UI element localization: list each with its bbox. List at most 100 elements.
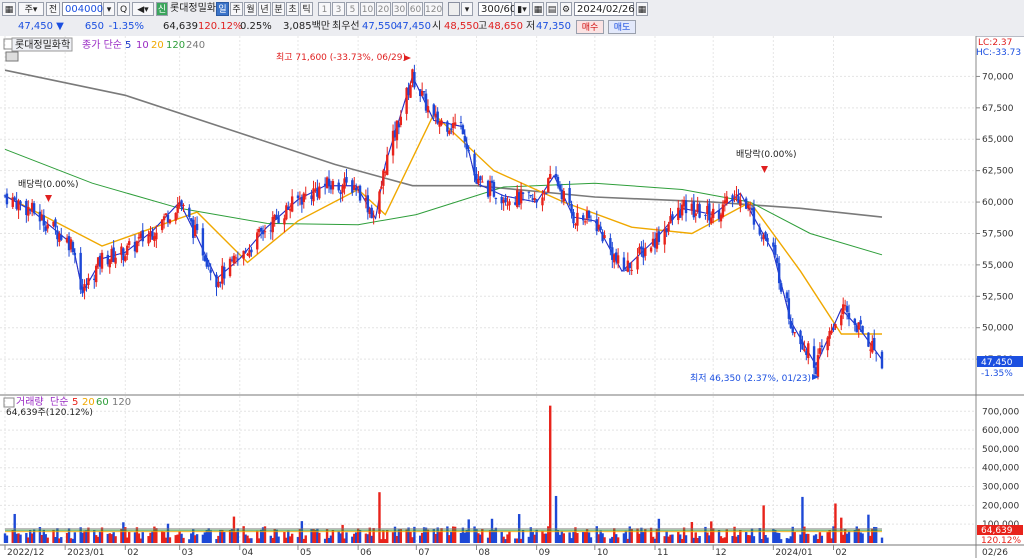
candle-body: [807, 343, 810, 359]
candle-body: [209, 269, 212, 273]
period-daily[interactable]: 일: [216, 2, 229, 16]
price-axis: 47,50050,00052,50055,00057,50060,00062,5…: [976, 72, 1014, 365]
minute-5[interactable]: 5: [346, 2, 359, 16]
minute-10[interactable]: 10: [360, 2, 375, 16]
candle-body: [201, 228, 205, 256]
candle-body: [126, 245, 129, 255]
mode-button[interactable]: 전: [46, 2, 60, 16]
minute-30[interactable]: 30: [392, 2, 407, 16]
candle-body: [853, 318, 857, 325]
sound-icon[interactable]: ◀▾: [132, 2, 154, 16]
candle-body: [168, 219, 172, 224]
collapse-icon[interactable]: [5, 51, 19, 62]
search-icon[interactable]: Q: [117, 2, 130, 16]
candle-body: [162, 216, 166, 221]
volume-bar: [467, 519, 470, 543]
candle-body: [399, 116, 403, 125]
candle-body: [236, 258, 240, 260]
minute-3[interactable]: 3: [332, 2, 345, 16]
quote-bar: 47,450 ▼ 650 -1.35% 64,639 120.12% 0.25%…: [0, 18, 1024, 37]
period-tick[interactable]: 틱: [300, 2, 313, 16]
interval-input[interactable]: [448, 2, 460, 16]
candle-body: [776, 257, 779, 264]
candle-body: [684, 200, 688, 214]
candle-body: [13, 197, 16, 201]
candle-body: [764, 232, 767, 239]
volume-bar: [5, 535, 9, 543]
toolbar: ▦ 주▾ 전 004000 ▾ Q ◀▾ 신 롯대정밀화 일 주 월 년 분 초…: [0, 0, 1024, 19]
dropdown-chevron-down-icon[interactable]: 주▾: [18, 2, 44, 16]
last-date-label: 02/26: [982, 548, 1008, 558]
menu-icon[interactable]: ▦: [2, 2, 16, 16]
volume-bar: [644, 529, 647, 543]
bar-chart-icon[interactable]: ▮▾: [514, 2, 530, 16]
candle-body: [880, 351, 884, 369]
volume-bar: [318, 532, 321, 543]
minute-60[interactable]: 60: [408, 2, 423, 16]
candle-body: [572, 212, 575, 224]
new-badge: 신: [156, 2, 168, 16]
minute-20[interactable]: 20: [376, 2, 391, 16]
volume-current-label: 64,639: [981, 526, 1013, 536]
lc-label: LC:2.37: [978, 38, 1012, 48]
date-tick-label: 08: [478, 548, 490, 558]
candle-body: [232, 255, 236, 264]
candle-body: [735, 194, 738, 196]
volume-bar: [630, 528, 633, 543]
date-input[interactable]: 2024/02/26: [574, 2, 635, 16]
candle-body: [71, 242, 75, 253]
low-annotation: 최저 46,350 (2.37%, 01/23): [690, 373, 811, 384]
candle-body: [570, 203, 573, 214]
stock-code-input[interactable]: 004000: [62, 2, 103, 16]
code-dropdown-icon[interactable]: ▾: [103, 2, 115, 16]
price-tick-label: 55,000: [982, 261, 1014, 271]
settings-gear-icon[interactable]: ⚙: [560, 2, 572, 16]
volume-tick-label: 200,000: [982, 501, 1019, 511]
candle-body: [426, 106, 430, 113]
period-second[interactable]: 초: [286, 2, 299, 16]
period-yearly[interactable]: 년: [258, 2, 271, 16]
candle-body: [581, 215, 585, 221]
volume-bar: [277, 536, 280, 543]
candle-body: [847, 313, 851, 320]
minute-120[interactable]: 120: [424, 2, 443, 16]
volume-bar: [880, 537, 884, 543]
candle-body: [127, 241, 131, 246]
candle-body: [785, 292, 789, 299]
candle-body: [554, 173, 558, 178]
volume-tick-label: 400,000: [982, 464, 1019, 474]
price-tick-label: 67,500: [982, 104, 1014, 114]
candle-body: [859, 320, 862, 325]
data-icon[interactable]: ▤: [546, 2, 558, 16]
volume-value-note: 64,639주(120.12%): [6, 407, 93, 418]
sell-button[interactable]: 매도: [608, 20, 636, 34]
minute-1[interactable]: 1: [318, 2, 331, 16]
low-label: 저: [526, 21, 536, 32]
period-monthly[interactable]: 월: [244, 2, 257, 16]
candle-body: [436, 111, 439, 124]
volume-bar: [549, 405, 552, 543]
volume-bar: [739, 530, 742, 543]
vma60-label: 60: [96, 397, 109, 408]
period-minute[interactable]: 분: [272, 2, 285, 16]
volume-bar: [223, 531, 226, 543]
count-input[interactable]: 300/600: [478, 2, 523, 16]
candle-body: [164, 213, 168, 215]
buy-button[interactable]: 매수: [576, 20, 604, 34]
period-weekly[interactable]: 주: [230, 2, 243, 16]
candle-body: [19, 201, 22, 204]
calendar-icon[interactable]: ▦: [636, 2, 648, 16]
candle-body: [182, 204, 185, 206]
candle-body: [358, 185, 362, 201]
candle-body: [459, 121, 463, 123]
volume-bar: [141, 532, 144, 543]
grid-icon[interactable]: ▦: [532, 2, 544, 16]
candle-body: [141, 230, 144, 242]
volume-tick-label: 600,000: [982, 426, 1019, 436]
candle-body: [296, 195, 300, 199]
candle-body: [461, 125, 465, 135]
interval-dropdown-icon[interactable]: ▾: [461, 2, 473, 16]
stock-chart[interactable]: 47,50050,00052,50055,00057,50060,00062,5…: [0, 36, 1024, 558]
price-tick-label: 50,000: [982, 324, 1014, 334]
candle-body: [195, 223, 199, 231]
